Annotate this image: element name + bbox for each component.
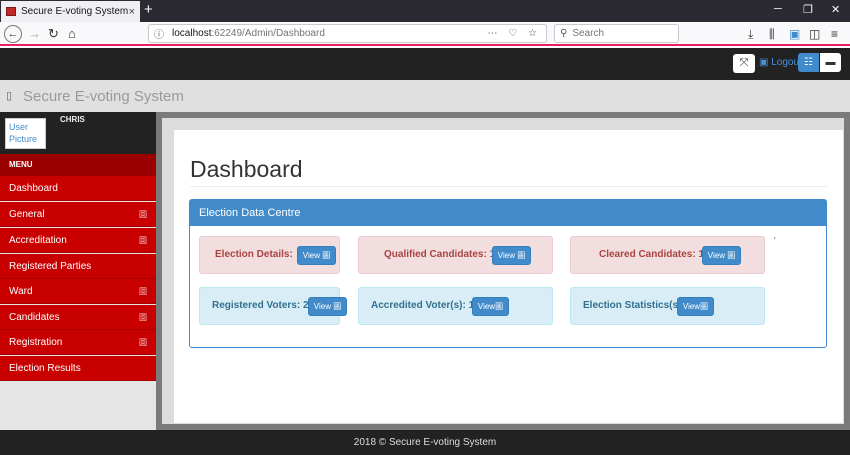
sidebar-item-registered-parties[interactable]: Registered Parties xyxy=(0,254,156,279)
reload-icon[interactable]: ↻ xyxy=(48,25,59,42)
accredited-voters-card: Accredited Voter(s): 16 View圖 xyxy=(358,287,553,325)
cleared-candidates-card: Cleared Candidates: 16 View 圖 xyxy=(570,236,765,274)
accredited-voters-label: Accredited Voter(s): 16 xyxy=(371,300,480,311)
downloads-icon[interactable]: ⤓ xyxy=(748,27,753,42)
user-panel: User Picture CHRIS xyxy=(0,112,156,154)
sidebar-toggle-icon[interactable]: ◫ xyxy=(809,27,820,41)
home-icon[interactable]: ⌂ xyxy=(68,25,76,42)
chat-icon[interactable]: ▬ xyxy=(820,53,841,72)
cleared-candidates-view-button[interactable]: View 圖 xyxy=(702,246,741,265)
footer: 2018 © Secure E-voting System xyxy=(0,430,850,455)
election-statistics-view-button[interactable]: View圖 xyxy=(677,297,714,316)
search-icon: ⚲ xyxy=(560,28,568,39)
sidebar-item-label: Accreditation xyxy=(9,235,67,246)
extension-icon[interactable]: ▣ xyxy=(789,27,800,41)
election-data-panel: Election Data Centre ' Election Details:… xyxy=(189,199,827,348)
sidebar-item-label: Registration xyxy=(9,337,63,348)
sidebar-item-ward[interactable]: Ward 囬 xyxy=(0,279,156,304)
sidebar-item-label: Ward xyxy=(9,286,33,297)
title-divider xyxy=(190,186,827,187)
sidebar-item-election-results[interactable]: Election Results xyxy=(0,356,156,381)
cleared-candidates-label: Cleared Candidates: 16 xyxy=(599,249,710,260)
election-details-card: Election Details: View 圖 xyxy=(199,236,340,274)
browser-tab-bar: Secure E-voting System × + ─ ❐ ✕ xyxy=(0,0,850,22)
minimize-window-button[interactable]: ─ xyxy=(774,3,782,15)
search-input[interactable]: ⚲ Search xyxy=(554,24,679,43)
registered-voters-label: Registered Voters: 21 xyxy=(212,300,315,311)
qualified-candidates-view-button[interactable]: View 圖 xyxy=(492,246,531,265)
sidebar-item-dashboard[interactable]: Dashboard xyxy=(0,176,156,201)
site-info-icon[interactable]: ⓘ xyxy=(154,26,164,41)
browser-nav-bar: ← → ↻ ⌂ ⓘ localhost :62249/Admin/Dashboa… xyxy=(0,22,850,46)
election-details-view-button[interactable]: View 圖 xyxy=(297,246,336,265)
panel-heading: Election Data Centre xyxy=(190,200,826,226)
favicon-icon xyxy=(6,7,16,16)
user-picture: User Picture xyxy=(5,118,46,149)
content-panel: Dashboard Election Data Centre ' Electio… xyxy=(174,130,843,423)
registered-voters-view-button[interactable]: View 圖 xyxy=(308,297,347,316)
tab-title: Secure E-voting System xyxy=(21,6,129,17)
panel-mark: ' xyxy=(774,236,776,245)
settings-icon[interactable]: ☷ xyxy=(798,53,819,72)
maximize-window-button[interactable]: ❐ xyxy=(803,3,813,16)
url-host: localhost xyxy=(172,28,212,39)
sidebar-item-registration[interactable]: Registration 囬 xyxy=(0,330,156,355)
sidebar-item-label: Election Results xyxy=(9,363,81,374)
new-tab-button[interactable]: + xyxy=(144,1,153,18)
sidebar-item-candidates[interactable]: Candidates 囬 xyxy=(0,305,156,330)
page-actions-icon[interactable]: ⋯ ♡ ☆ xyxy=(488,28,542,39)
qualified-candidates-card: Qualified Candidates: 16 View 圖 xyxy=(358,236,553,274)
search-placeholder: Search xyxy=(572,28,605,39)
submenu-icon: 囬 xyxy=(139,210,147,219)
submenu-icon: 囬 xyxy=(139,313,147,322)
browser-tab[interactable]: Secure E-voting System × xyxy=(1,1,140,22)
sidebar-item-label: Registered Parties xyxy=(9,261,92,272)
username: CHRIS xyxy=(60,115,85,124)
forward-arrow-icon[interactable]: → xyxy=(28,25,41,42)
submenu-icon: 囬 xyxy=(139,338,147,347)
url-path: :62249/Admin/Dashboard xyxy=(211,28,325,39)
page-title: Dashboard xyxy=(190,156,303,182)
submenu-icon: 囬 xyxy=(139,236,147,245)
brand-title: Secure E-voting System xyxy=(23,88,184,105)
logout-link[interactable]: ▣ Logout xyxy=(759,57,802,68)
tab-close-icon[interactable]: × xyxy=(129,6,135,18)
close-window-button[interactable]: ✕ xyxy=(831,3,840,16)
sidebar: User Picture CHRIS MENU Dashboard General… xyxy=(0,112,156,430)
sidebar-item-label: Candidates xyxy=(9,312,60,323)
back-arrow-icon[interactable]: ← xyxy=(4,25,22,43)
qualified-candidates-label: Qualified Candidates: 16 xyxy=(384,249,501,260)
fullscreen-icon[interactable]: ⤧ xyxy=(733,54,755,73)
sidebar-item-general[interactable]: General 囬 xyxy=(0,202,156,227)
brand-icon: ▯ xyxy=(6,90,13,102)
election-details-label: Election Details: xyxy=(215,249,293,260)
library-icon[interactable]: ⫼ xyxy=(769,27,775,42)
registered-voters-card: Registered Voters: 21 View 圖 xyxy=(199,287,347,325)
menu-heading: MENU xyxy=(0,154,156,176)
app-top-bar: ⤧ ▣ Logout ☷ ▬ xyxy=(0,48,850,80)
election-statistics-card: Election Statistics(s): View圖 xyxy=(570,287,765,325)
election-statistics-label: Election Statistics(s): xyxy=(583,300,685,311)
content-frame: Dashboard Election Data Centre ' Electio… xyxy=(162,118,844,424)
sidebar-item-label: General xyxy=(9,209,45,220)
main-content: Dashboard Election Data Centre ' Electio… xyxy=(156,112,850,430)
address-bar[interactable]: ⓘ localhost :62249/Admin/Dashboard ⋯ ♡ ☆ xyxy=(148,24,547,43)
sidebar-item-label: Dashboard xyxy=(9,183,58,194)
logout-icon: ▣ xyxy=(759,57,769,68)
accredited-voters-view-button[interactable]: View圖 xyxy=(472,297,509,316)
menu-icon[interactable]: ≡ xyxy=(831,27,838,41)
submenu-icon: 囬 xyxy=(139,287,147,296)
sidebar-item-accreditation[interactable]: Accreditation 囬 xyxy=(0,228,156,253)
brand-bar: ▯ Secure E-voting System xyxy=(0,80,850,112)
